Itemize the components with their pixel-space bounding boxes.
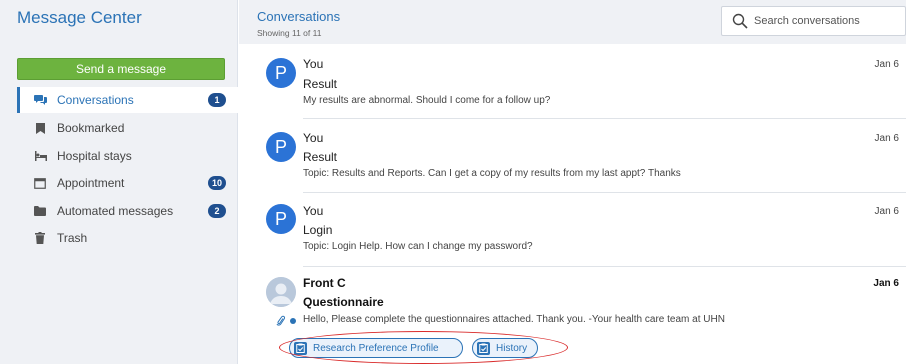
person-icon — [266, 277, 296, 307]
sidebar-title: Message Center — [17, 8, 142, 27]
calendar-icon — [33, 176, 47, 190]
paperclip-icon — [276, 314, 286, 326]
message-subject: Login — [303, 223, 333, 237]
sidebar-item-label: Appointment — [57, 176, 125, 191]
search-input[interactable] — [754, 15, 894, 27]
conversation-item[interactable]: P You Result My results are abnormal. Sh… — [239, 50, 906, 118]
unread-dot — [290, 318, 296, 324]
message-date: Jan 6 — [874, 206, 899, 217]
message-date: Jan 6 — [873, 278, 899, 289]
page-title: Conversations — [257, 9, 341, 24]
sender-name: You — [303, 57, 324, 71]
message-subject: Result — [303, 77, 338, 91]
sidebar-item-automated-messages[interactable]: Automated messages 2 — [17, 197, 238, 225]
avatar: P — [266, 58, 296, 88]
folder-icon — [33, 204, 47, 218]
sidebar-item-trash[interactable]: Trash — [17, 225, 238, 253]
sidebar-item-conversations[interactable]: Conversations 1 — [17, 87, 238, 113]
search-icon — [732, 13, 748, 29]
sender-name: You — [303, 131, 324, 145]
bed-icon — [33, 149, 47, 163]
results-count: Showing 11 of 11 — [257, 28, 322, 38]
message-subject: Result — [303, 150, 338, 164]
sidebar-nav: Conversations 1 Bookmarked Hospital stay… — [17, 87, 238, 252]
automated-count-badge: 2 — [208, 203, 226, 218]
send-message-button[interactable]: Send a message — [17, 58, 225, 80]
trash-icon — [33, 231, 47, 245]
divider — [303, 192, 906, 193]
bookmark-icon — [33, 121, 47, 135]
highlight-annotation-oval — [279, 331, 568, 364]
sidebar-item-label: Hospital stays — [57, 148, 132, 163]
conversations-header: Conversations Showing 11 of 11 — [239, 0, 906, 44]
sidebar-item-label: Trash — [57, 231, 88, 246]
message-date: Jan 6 — [874, 59, 899, 70]
appointment-count-badge: 10 — [207, 176, 226, 191]
message-preview: Hello, Please complete the questionnaire… — [303, 314, 725, 325]
message-subject: Questionnaire — [303, 295, 384, 309]
message-preview: My results are abnormal. Should I come f… — [303, 95, 551, 106]
sender-name: Front C — [303, 276, 346, 290]
conversation-item[interactable]: P You Result Topic: Results and Reports.… — [239, 124, 906, 192]
search-box[interactable] — [721, 6, 906, 36]
avatar — [266, 277, 296, 307]
sidebar-item-bookmarked[interactable]: Bookmarked — [17, 115, 238, 143]
sidebar-item-label: Conversations — [57, 93, 134, 107]
conversation-list-panel: Conversations Showing 11 of 11 P You Res… — [239, 0, 906, 364]
avatar: P — [266, 204, 296, 234]
divider — [303, 118, 906, 119]
conversation-item[interactable]: P You Login Topic: Login Help. How can I… — [239, 198, 906, 266]
sidebar-item-hospital-stays[interactable]: Hospital stays — [17, 142, 238, 170]
sidebar-item-label: Automated messages — [57, 203, 174, 218]
message-preview: Topic: Login Help. How can I change my p… — [303, 241, 533, 252]
message-preview: Topic: Results and Reports. Can I get a … — [303, 168, 681, 179]
sender-name: You — [303, 204, 324, 218]
sidebar: Message Center Send a message Conversati… — [0, 0, 238, 364]
sidebar-item-appointment[interactable]: Appointment 10 — [17, 170, 238, 198]
conversations-count-badge: 1 — [208, 93, 226, 107]
avatar: P — [266, 132, 296, 162]
message-date: Jan 6 — [874, 133, 899, 144]
sidebar-item-label: Bookmarked — [57, 121, 125, 136]
chat-icon — [33, 93, 47, 107]
divider — [303, 266, 906, 267]
